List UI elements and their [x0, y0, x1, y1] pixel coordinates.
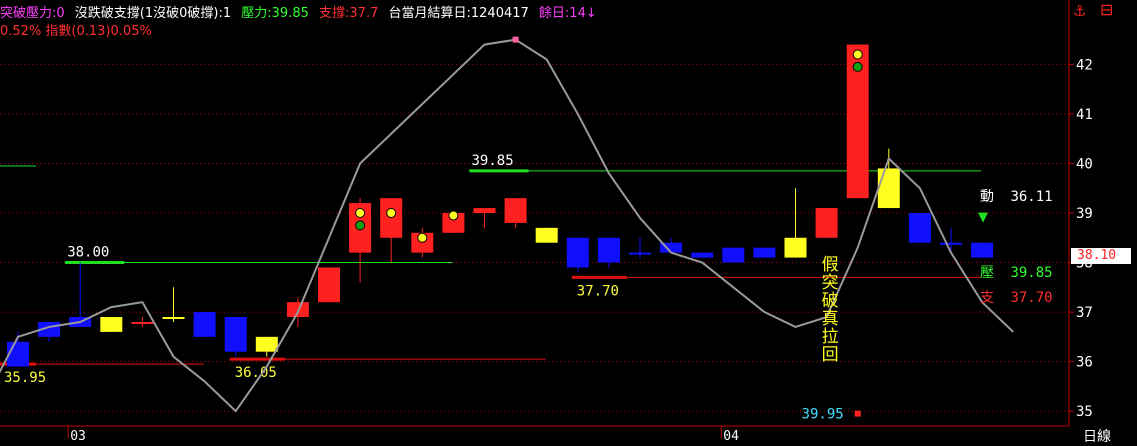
candle-body: [224, 317, 247, 352]
down-arrow-icon: ▼: [978, 210, 988, 225]
annotation-char: 突: [822, 273, 839, 293]
dong-value: 36.11: [1010, 189, 1053, 205]
candle-body: [566, 237, 589, 268]
window-icon[interactable]: ⊟: [1100, 0, 1113, 19]
marker-label: 39.95: [802, 407, 844, 423]
candle-body: [815, 208, 838, 238]
candle-body: [691, 252, 714, 258]
candle-body: [535, 227, 558, 243]
signal-dot-yellow: [417, 232, 428, 243]
resistance-label: 39.85: [472, 153, 514, 169]
ya-label: 壓: [980, 265, 994, 281]
candle-body: [908, 213, 931, 243]
header-support-hold: 沒跌破支撐(1沒破0破撐):1: [74, 6, 232, 21]
header-settlement: 台當月結算日:1240417: [388, 6, 529, 21]
dong-row: 動 36.11: [980, 186, 1053, 206]
annotation-char: 破: [822, 291, 839, 311]
candle-body: [7, 341, 29, 367]
zhi-label: 支: [980, 290, 994, 306]
y-tick-label: 41: [1076, 107, 1093, 123]
period-label[interactable]: 日線: [1083, 426, 1111, 446]
y-tick-label: 40: [1076, 156, 1093, 172]
support-label: 37.70: [577, 283, 619, 299]
candle-body: [597, 237, 620, 263]
anchor-icon[interactable]: ⚓: [1073, 2, 1086, 20]
annotation-char: 拉: [822, 327, 839, 347]
candle-body: [722, 247, 745, 263]
curve-peak-marker: [512, 36, 519, 43]
signal-dot-green: [355, 220, 366, 231]
ya-row: 壓 39.85: [980, 262, 1053, 282]
candle-body: [255, 336, 278, 352]
candle-body: [971, 242, 994, 258]
resistance-label: 38.00: [67, 245, 109, 261]
candle-body: [504, 198, 527, 223]
y-tick-label: 42: [1076, 57, 1093, 73]
candle-body: [784, 237, 807, 258]
candle-body: [318, 267, 340, 303]
dong-label: 動: [980, 189, 994, 205]
candle-body: [940, 242, 962, 245]
support-label: 36.05: [235, 365, 277, 381]
zhi-value: 37.70: [1010, 290, 1053, 306]
support-label: 35.95: [4, 370, 46, 386]
y-tick-label: 37: [1076, 305, 1093, 321]
x-tick-label: 03: [70, 429, 86, 444]
signal-dot-green: [852, 61, 863, 72]
y-tick-label: 39: [1076, 206, 1093, 222]
candle-body: [131, 321, 154, 324]
header-support: 支撐:37.7: [319, 6, 379, 21]
index-change-line: 0.52% 指數(0.13)0.05%: [0, 24, 152, 39]
signal-dot-yellow: [852, 49, 863, 60]
y-tick-label: 36: [1076, 355, 1093, 371]
y-tick-label: 35: [1076, 404, 1093, 420]
signal-dot-yellow: [386, 208, 397, 218]
header-breakout: 突破壓力:0: [0, 6, 65, 21]
indicator-header: 突破壓力:0 沒跌破支撐(1沒破0破撐):1 壓力:39.85 支撐:37.7 …: [0, 2, 597, 21]
annotation-char: 回: [822, 345, 839, 365]
candlestick-chart[interactable]: 3536373839404142030438.0039.8535.9536.05…: [0, 0, 1137, 445]
ya-value: 39.85: [1010, 265, 1053, 281]
candle-body: [629, 252, 651, 255]
header-days-left: 餘日:14↓: [538, 6, 597, 21]
candle-body: [753, 247, 776, 258]
annotation-char: 假: [822, 255, 839, 275]
signal-dot-yellow: [355, 208, 366, 218]
x-tick-label: 04: [723, 429, 739, 444]
current-price-tag: 38.10: [1071, 248, 1131, 264]
marker-square: [854, 410, 861, 417]
signal-dot-yellow: [448, 210, 459, 221]
candle-body: [473, 208, 496, 213]
candle-body: [162, 317, 185, 320]
candle-body: [877, 168, 900, 209]
candle-body: [100, 317, 123, 332]
header-resistance: 壓力:39.85: [241, 6, 309, 21]
annotation-char: 真: [822, 309, 839, 329]
zhi-row: 支 37.70: [980, 287, 1053, 307]
candle-body: [193, 312, 216, 337]
